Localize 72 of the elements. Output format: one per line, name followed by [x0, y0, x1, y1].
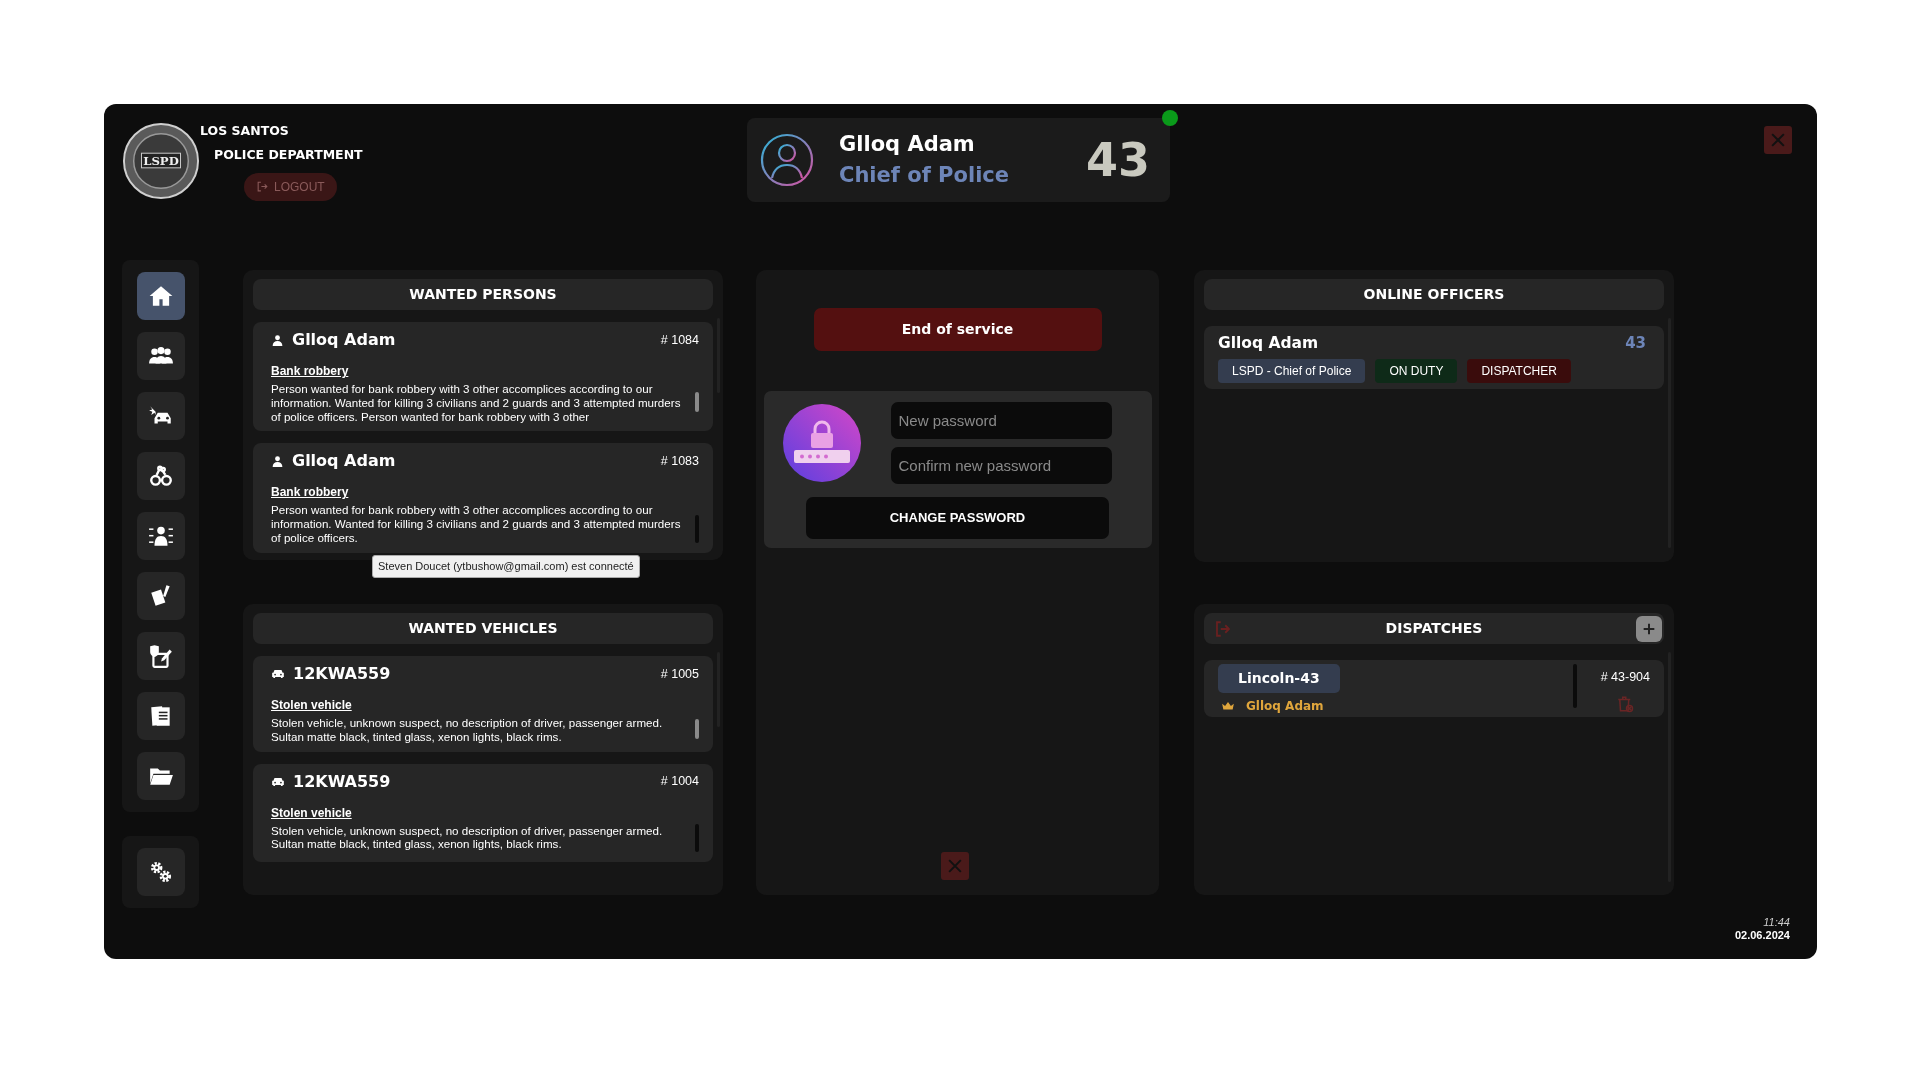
- suspect-name: Glloq Adam: [292, 450, 396, 473]
- trash-icon: [1616, 694, 1635, 713]
- sidebar-item[interactable]: [136, 632, 185, 680]
- plus-icon: [1641, 621, 1657, 637]
- offense-description: Stolen vehicle, unknown suspect, no description of driver, passenger armed. Sultan matte black, tinted glass, xenon lights, black rims.: [271, 716, 664, 744]
- org-name: LOS SANTOS: [200, 122, 289, 140]
- scrollbar[interactable]: [695, 718, 699, 739]
- offense-title: Stolen vehicle: [271, 697, 352, 714]
- officer-rank: Chief of Police: [839, 162, 1010, 189]
- clock-date: 02.06.2024: [1734, 929, 1790, 942]
- offense-description: Person wanted for bank robbery with 3 other accomplices according to our information. Wanted for killing 3 civilians and 2 guards and 3 attempted murders of police officers.: [271, 503, 682, 545]
- officer-name: Glloq Adam: [839, 130, 976, 158]
- sidebar-item[interactable]: [136, 392, 185, 440]
- panel-title: ONLINE OFFICERS: [1204, 279, 1664, 310]
- confirm-password-field[interactable]: Confirm new password: [890, 447, 1112, 484]
- wanted-card[interactable]: [253, 443, 713, 553]
- lock-password-icon: [782, 404, 861, 482]
- change-password-button[interactable]: CHANGE PASSWORD: [806, 497, 1109, 539]
- clock-time: 11:44: [1762, 916, 1790, 929]
- offense-title: Bank robbery: [271, 363, 349, 380]
- offense-description: Stolen vehicle, unknown suspect, no description of driver, passenger armed. Sultan matte black, tinted glass, xenon lights, black rims.: [271, 823, 664, 853]
- sidebar-item[interactable]: [136, 752, 185, 800]
- panel-title: WANTED PERSONS: [253, 279, 713, 310]
- panel-title: DISPATCHES: [1385, 619, 1483, 638]
- record-number: # 1004: [660, 773, 699, 791]
- wanted-card[interactable]: [253, 322, 713, 432]
- panel-title: WANTED VEHICLES: [253, 613, 713, 644]
- scrollbar[interactable]: [1572, 664, 1577, 708]
- add-button[interactable]: [1636, 616, 1662, 642]
- new-password-field[interactable]: New password: [890, 402, 1112, 439]
- logout-icon: [256, 180, 269, 193]
- badge-number: 43: [1086, 131, 1150, 189]
- sidebar-item[interactable]: [136, 332, 185, 380]
- sidebar-item[interactable]: [136, 512, 185, 560]
- person-icon: [271, 454, 284, 468]
- offense-title: Stolen vehicle: [271, 804, 352, 822]
- sidebar-item[interactable]: [136, 848, 185, 896]
- record-number: # 1084: [660, 331, 699, 349]
- officer-name: Glloq Adam: [1218, 333, 1319, 354]
- end-of-service-button[interactable]: End of service: [813, 308, 1102, 351]
- leader-name: Glloq Adam: [1246, 698, 1324, 715]
- car-icon: [271, 667, 285, 681]
- sidebar-item[interactable]: [136, 272, 185, 320]
- status-tag: LSPD - Chief of Police: [1218, 359, 1366, 384]
- dispatch-card[interactable]: Lincoln-43 Glloq Adam # 43-904: [1204, 660, 1664, 717]
- form-pen-icon: [147, 643, 174, 669]
- person-icon: [271, 333, 284, 347]
- offense-title: Bank robbery: [271, 484, 349, 502]
- badge-number: 43: [1625, 333, 1646, 355]
- tooltip: Steven Doucet (ytbushow@gmail.com) est connecté: [372, 555, 640, 578]
- handcuffs-icon: [147, 463, 174, 489]
- sidebar-item[interactable]: [136, 692, 185, 740]
- offense-description: Person wanted for bank robbery with 3 other accomplices according to our information. Wanted for killing 3 civilians and 2 guards and 3 attempted murders of police officers. Person wanted for bank robbery with 3 other: [271, 382, 682, 424]
- org-name: POLICE DEPARTMENT: [214, 145, 363, 164]
- status-tag: ON DUTY: [1375, 359, 1458, 384]
- dispatch-number: # 43-904: [1600, 669, 1650, 686]
- police-badge-logo: LSPD: [122, 122, 200, 200]
- avatar-icon: [759, 132, 815, 188]
- exit-icon: [1214, 620, 1232, 638]
- scrollbar[interactable]: [695, 391, 699, 412]
- suspect-name: Glloq Adam: [292, 329, 396, 351]
- wanted-card[interactable]: 12KWA559 # 1005 Stolen vehicle Stolen vehicle, unknown suspect, no description of driver, passenger armed. Sultan matte black, tinted glass, xenon lights, black rims.: [253, 656, 713, 752]
- status-tag: DISPATCHER: [1467, 359, 1571, 384]
- officer-card[interactable]: Glloq Adam 43 LSPD - Chief of Police ON DUTY DISPATCHER: [1204, 326, 1664, 390]
- wanted-card[interactable]: 12KWA559 # 1004 Stolen vehicle Stolen vehicle, unknown suspect, no description of driver, passenger armed. Sultan matte black, tinted glass, xenon lights, black rims.: [253, 763, 713, 862]
- license-plate: 12KWA559: [293, 770, 391, 793]
- record-number: # 1083: [660, 453, 699, 470]
- unit-name: Lincoln-43: [1218, 664, 1340, 693]
- sidebar-item[interactable]: [136, 572, 185, 620]
- license-plate: 12KWA559: [293, 663, 391, 685]
- record-number: # 1005: [660, 665, 699, 683]
- sidebar-item[interactable]: [136, 452, 185, 500]
